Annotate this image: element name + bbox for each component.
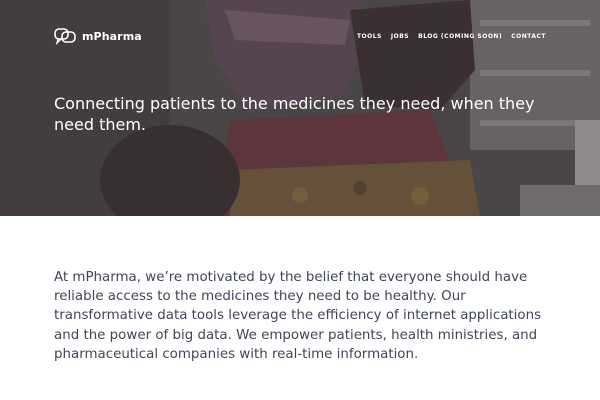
nav-blog-link[interactable]: BLOG (COMING SOON) — [418, 33, 502, 40]
nav-jobs-link[interactable]: JOBS — [391, 33, 409, 40]
brand-name: mPharma — [82, 29, 142, 43]
intro-paragraph: At mPharma, we’re motivated by the belie… — [54, 270, 542, 362]
top-nav: TOOLS JOBS BLOG (COMING SOON) CONTACT — [357, 33, 546, 40]
nav-contact-link[interactable]: CONTACT — [511, 33, 546, 40]
hero-headline: Connecting patients to the medicines the… — [54, 94, 535, 134]
hero-banner: mPharma TOOLS JOBS BLOG (COMING SOON) CO… — [0, 0, 600, 216]
brand[interactable]: mPharma — [54, 26, 142, 46]
speech-bubbles-logo-icon — [54, 28, 76, 45]
nav-tools-link[interactable]: TOOLS — [357, 33, 382, 40]
